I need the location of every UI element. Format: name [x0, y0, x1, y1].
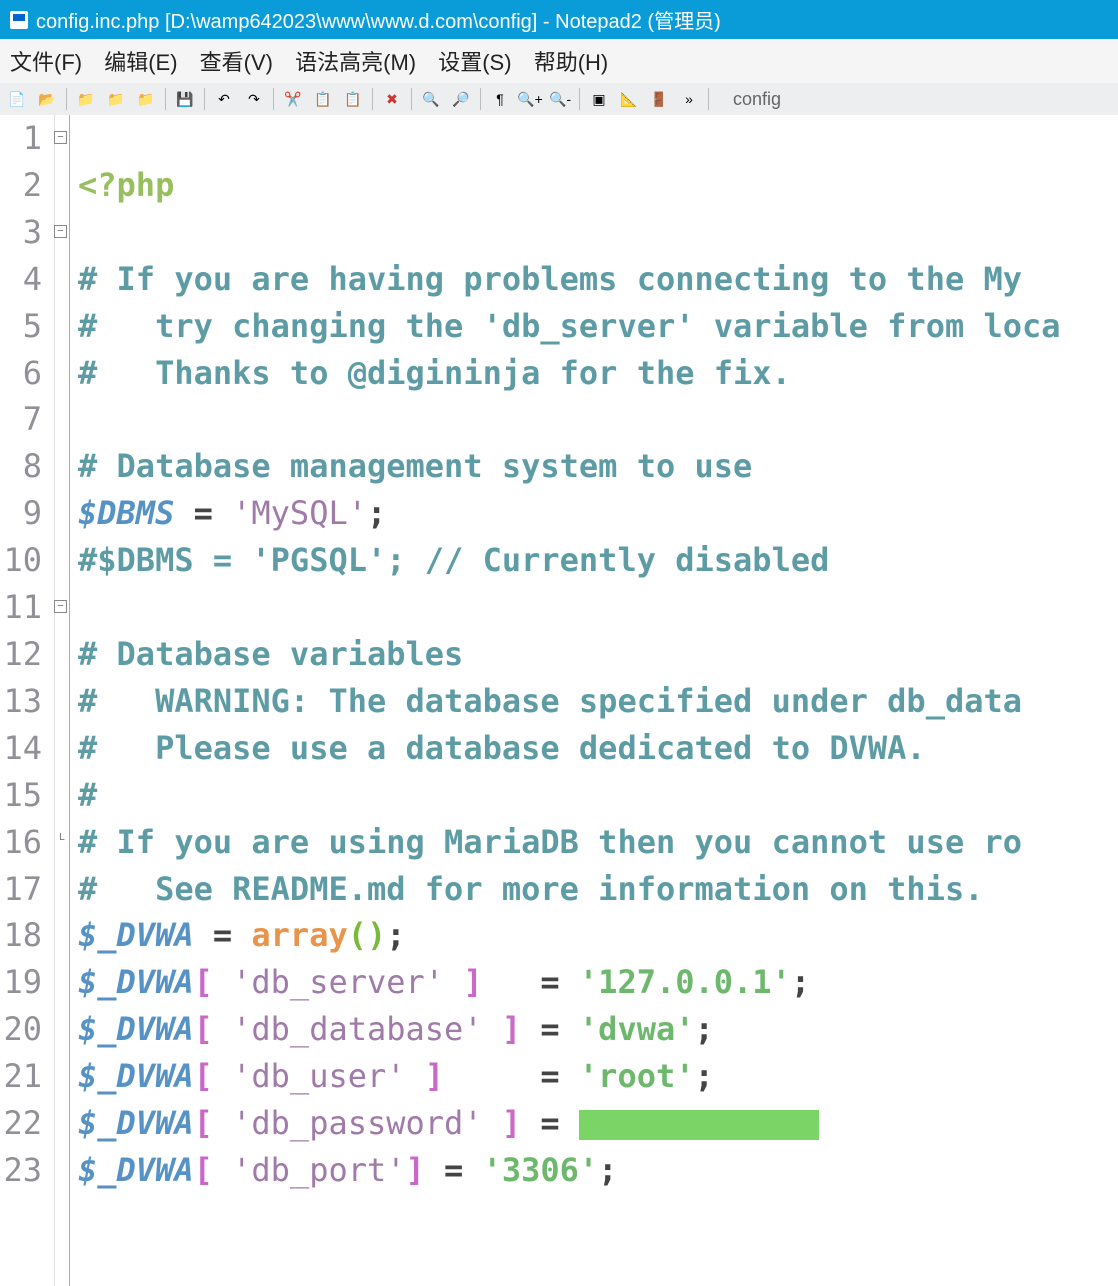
tb-delete-icon[interactable]: ✖	[379, 86, 405, 112]
tb-folder2-icon[interactable]: 📁	[103, 86, 129, 112]
tb-exit-icon[interactable]: 🚪	[646, 86, 672, 112]
fold-end-icon: └	[54, 835, 67, 848]
tb-find-icon[interactable]: 🔍	[418, 86, 444, 112]
tb-cut-icon[interactable]: ✂️	[280, 86, 306, 112]
menu-syntax[interactable]: 语法高亮(M)	[295, 50, 416, 75]
censored-password	[579, 1110, 819, 1140]
menu-file[interactable]: 文件(F)	[10, 50, 82, 75]
title-bar: config.inc.php [D:\wamp642023\www\www.d.…	[0, 0, 1118, 39]
open-file-tab[interactable]: config	[733, 89, 781, 110]
code-editor[interactable]: 1234567891011121314151617181920212223 − …	[0, 115, 1118, 1286]
fold-toggle-icon[interactable]: −	[54, 225, 67, 238]
menu-edit[interactable]: 编辑(E)	[104, 50, 177, 75]
app-icon	[10, 11, 28, 29]
menu-view[interactable]: 查看(V)	[200, 50, 273, 75]
tb-redo-icon[interactable]: ↷	[241, 86, 267, 112]
tb-undo-icon[interactable]: ↶	[211, 86, 237, 112]
tb-folder-icon[interactable]: 📁	[73, 86, 99, 112]
tb-zoomin-icon[interactable]: 🔍+	[517, 86, 543, 112]
tb-new-icon[interactable]: 📄	[4, 86, 30, 112]
menu-help[interactable]: 帮助(H)	[534, 50, 609, 75]
window-title: config.inc.php [D:\wamp642023\www\www.d.…	[36, 5, 721, 34]
tb-save-icon[interactable]: 💾	[172, 86, 198, 112]
fold-toggle-icon[interactable]: −	[54, 600, 67, 613]
line-number-gutter: 1234567891011121314151617181920212223	[0, 115, 55, 1286]
tb-preview-icon[interactable]: 📐	[616, 86, 642, 112]
tb-recent-icon[interactable]: 📁	[133, 86, 159, 112]
fold-column: − − − └	[55, 115, 70, 1286]
tb-terminal-icon[interactable]: ▣	[586, 86, 612, 112]
toolbar: 📄 📂 📁 📁 📁 💾 ↶ ↷ ✂️ 📋 📋 ✖ 🔍 🔎 ¶ 🔍+ 🔍- ▣ 📐…	[0, 83, 1118, 115]
menu-settings[interactable]: 设置(S)	[438, 50, 511, 75]
fold-toggle-icon[interactable]: −	[54, 131, 67, 144]
tb-wrap-icon[interactable]: ¶	[487, 86, 513, 112]
tb-overflow-icon[interactable]: »	[676, 86, 702, 112]
tb-copy-icon[interactable]: 📋	[310, 86, 336, 112]
menu-bar: 文件(F) 编辑(E) 查看(V) 语法高亮(M) 设置(S) 帮助(H)	[0, 39, 1118, 83]
tb-open-icon[interactable]: 📂	[34, 86, 60, 112]
tb-paste-icon[interactable]: 📋	[340, 86, 366, 112]
tb-zoomout-icon[interactable]: 🔍-	[547, 86, 573, 112]
tb-replace-icon[interactable]: 🔎	[448, 86, 474, 112]
code-content[interactable]: <?php # If you are having problems conne…	[70, 115, 1118, 1286]
